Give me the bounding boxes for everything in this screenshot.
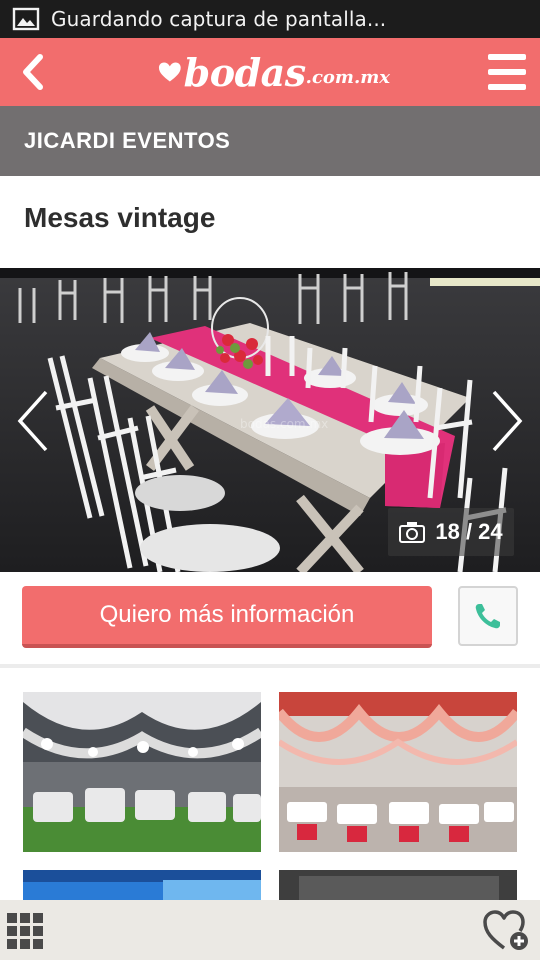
photo-watermark: bodas.com.mx	[240, 417, 328, 431]
bottom-bar	[0, 900, 540, 960]
status-bar: Guardando captura de pantalla...	[0, 0, 540, 38]
gallery-thumbnail[interactable]	[279, 692, 517, 852]
request-info-label: Quiero más información	[99, 601, 355, 628]
brand-logo[interactable]: bodas .com.mx	[158, 46, 390, 98]
chevron-right-icon[interactable]	[486, 386, 526, 456]
photo-counter: 18 / 24	[388, 508, 514, 556]
request-info-button[interactable]: Quiero más información	[22, 586, 432, 648]
heart-logo-icon	[158, 62, 181, 82]
vendor-bar: JICARDI EVENTOS	[0, 106, 540, 176]
gallery-title: Mesas vintage	[24, 202, 216, 233]
image-icon	[12, 7, 40, 31]
call-button[interactable]	[458, 586, 518, 646]
status-notification-text: Guardando captura de pantalla...	[51, 7, 387, 31]
chevron-left-icon	[23, 54, 43, 90]
camera-icon	[399, 522, 426, 543]
app-header: bodas .com.mx	[0, 38, 540, 106]
vendor-name[interactable]: JICARDI EVENTOS	[24, 128, 230, 154]
phone-icon	[475, 604, 500, 629]
hamburger-menu-icon[interactable]	[488, 51, 526, 93]
heart-add-icon[interactable]	[482, 908, 530, 952]
section-divider	[0, 664, 540, 668]
brand-name: bodas	[183, 49, 307, 95]
brand-domain: .com.mx	[305, 66, 390, 88]
chevron-left-icon[interactable]	[14, 386, 54, 456]
back-button[interactable]	[8, 46, 58, 98]
gallery-thumbnail[interactable]	[23, 692, 261, 852]
photo-viewer[interactable]: bodas.com.mx 18 / 24	[0, 268, 540, 572]
photo-counter-text: 18 / 24	[435, 519, 503, 544]
grid-menu-icon[interactable]	[6, 912, 44, 950]
